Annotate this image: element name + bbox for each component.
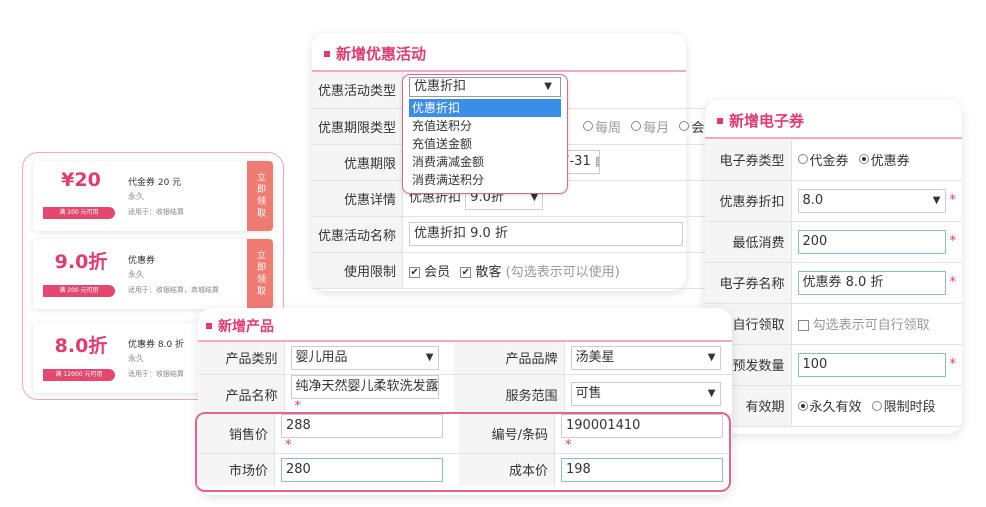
promo-type-option[interactable]: 消费满减金额 <box>409 153 561 171</box>
promo-type-dropdown[interactable]: 优惠折扣 ▼ 优惠折扣 充值送积分 充值送金额 消费满减金额 消费满送积分 <box>402 74 568 194</box>
product-panel-title: 新增产品 <box>198 308 732 342</box>
evoucher-self-checkbox[interactable] <box>797 320 809 331</box>
market-label: 市场价 <box>197 453 275 486</box>
calendar-icon[interactable]: ▦ <box>595 154 599 169</box>
promo-panel-title: 新增优惠活动 <box>312 33 686 72</box>
evoucher-min-label: 最低消费 <box>705 221 792 263</box>
promo-type-option[interactable]: 优惠折扣 <box>409 99 561 117</box>
promo-type-option[interactable]: 充值送金额 <box>409 135 561 153</box>
evoucher-type-discount[interactable]: 优惠券 <box>858 150 910 169</box>
price-input[interactable]: 288 <box>280 414 443 438</box>
coupon-amount: 8.0折 <box>54 335 108 357</box>
coupon-duration: 永久 <box>128 354 144 363</box>
product-scope-label: 服务范围 <box>454 374 565 415</box>
evoucher-discount-label: 优惠券折扣 <box>705 180 792 222</box>
coupon-condition: 满 12000 元可用 <box>43 369 115 381</box>
coupon-claim-button[interactable]: 立即领取 <box>247 161 273 231</box>
limit-member-checkbox[interactable]: ✔ <box>409 266 421 278</box>
chevron-down-icon: ▼ <box>425 351 434 363</box>
coupon-usage: 适用于：收银结算 <box>128 208 184 216</box>
coupon-duration: 永久 <box>128 270 144 279</box>
coupon-duration: 永久 <box>128 192 144 201</box>
product-form: 产品类别 婴儿用品 ▼ 产品品牌 汤美星 ▼ 产品名称 纯净天然婴儿柔软洗发露* 服… <box>198 342 732 415</box>
evoucher-valid-limited[interactable]: 限制时段 <box>871 396 936 415</box>
product-name-input[interactable]: 纯净天然婴儿柔软洗发露 <box>290 374 439 399</box>
product-panel: 新增产品 产品类别 婴儿用品 ▼ 产品品牌 汤美星 ▼ 产品名称 纯净天然婴儿柔软洗… <box>195 308 732 495</box>
evoucher-self-hint: 勾选表示可自行领取 <box>812 318 930 333</box>
evoucher-panel: 新增电子券 电子券类型 代金券 优惠券 优惠券折扣 8.0 ▼ * 最低消费 200… <box>705 100 962 434</box>
coupon-amount: ¥20 <box>61 169 101 191</box>
chevron-down-icon: ▼ <box>932 194 941 206</box>
limit-guest-checkbox[interactable]: ✔ <box>460 266 472 278</box>
evoucher-valid-forever[interactable]: 永久有效 <box>797 396 862 415</box>
product-brand-label: 产品品牌 <box>454 342 565 375</box>
coupon-name: 优惠券 8.0 折 <box>128 340 185 350</box>
coupon-amount: 9.0折 <box>54 251 108 273</box>
evoucher-type-label: 电子券类型 <box>705 139 792 181</box>
limit-guest-label: 散客 <box>475 264 502 280</box>
chevron-down-icon: ▼ <box>707 388 716 399</box>
coupon-name: 代金券 20 元 <box>128 178 182 188</box>
limit-hint: (勾选表示可以使用) <box>505 264 620 280</box>
evoucher-form: 电子券类型 代金券 优惠券 优惠券折扣 8.0 ▼ * 最低消费 200 * 电子券名… <box>705 139 962 427</box>
period-type-label: 优惠期限类型 <box>312 108 404 145</box>
price-highlight-box: 销售价 288* 编号/条码 190001410* 市场价 280 成本价 19… <box>195 412 731 492</box>
detail-label: 优惠详情 <box>312 180 404 217</box>
promo-type-option[interactable]: 充值送积分 <box>409 117 561 135</box>
limit-label: 使用限制 <box>312 252 404 289</box>
evoucher-min-input[interactable]: 200 <box>797 229 946 254</box>
coupon-name: 优惠券 <box>128 256 156 266</box>
period-label: 优惠期限 <box>312 144 404 181</box>
evoucher-qty-input[interactable]: 100 <box>797 352 946 377</box>
period-type-monthly[interactable]: 每月 <box>631 117 669 136</box>
coupon-condition: 满 200 元可用 <box>43 285 115 297</box>
cost-input[interactable]: 198 <box>561 457 723 482</box>
coupon-usage: 适用于：收银结算 <box>128 370 184 378</box>
product-category-select[interactable]: 婴儿用品 ▼ <box>290 345 439 370</box>
evoucher-name-label: 电子券名称 <box>705 262 792 304</box>
cost-label: 成本价 <box>459 453 556 486</box>
evoucher-panel-title: 新增电子券 <box>705 100 962 139</box>
product-scope-select[interactable]: 可售 ▼ <box>570 382 721 406</box>
promo-type-option[interactable]: 消费满送积分 <box>409 171 561 189</box>
promo-type-label: 优惠活动类型 <box>312 72 404 109</box>
market-input[interactable]: 280 <box>280 457 443 482</box>
coupon-usage: 适用于：收银结算，商城结算 <box>128 286 219 294</box>
product-name-label: 产品名称 <box>198 374 285 415</box>
evoucher-discount-select[interactable]: 8.0 ▼ <box>797 188 946 213</box>
coupon-condition: 满 200 元可用 <box>43 207 115 219</box>
limit-member-label: 会员 <box>424 264 451 280</box>
promo-type-select[interactable]: 优惠折扣 ▼ <box>409 77 561 97</box>
period-type-weekly[interactable]: 每周 <box>583 117 621 136</box>
product-category-label: 产品类别 <box>198 342 285 375</box>
code-label: 编号/条码 <box>459 414 556 454</box>
evoucher-name-input[interactable]: 优惠券 8.0 折 <box>797 270 946 295</box>
price-label: 销售价 <box>197 414 275 454</box>
product-brand-select[interactable]: 汤美星 ▼ <box>570 345 721 370</box>
coupon-card: ¥20 满 200 元可用 代金券 20 元永久适用于：收银结算 立即领取 <box>33 161 273 231</box>
evoucher-type-cash[interactable]: 代金券 <box>797 150 849 169</box>
coupon-claim-button[interactable]: 立即领取 <box>247 239 273 309</box>
chevron-down-icon: ▼ <box>707 351 716 363</box>
promo-name-label: 优惠活动名称 <box>312 216 404 253</box>
code-input[interactable]: 190001410 <box>561 414 723 438</box>
promo-name-input[interactable]: 优惠折扣 9.0 折 <box>409 222 684 246</box>
chevron-down-icon: ▼ <box>544 81 552 92</box>
price-form: 销售价 288* 编号/条码 190001410* 市场价 280 成本价 19… <box>197 414 729 486</box>
coupon-card: 9.0折满 200 元可用 优惠券永久适用于：收银结算，商城结算 立即领取 <box>33 239 273 309</box>
